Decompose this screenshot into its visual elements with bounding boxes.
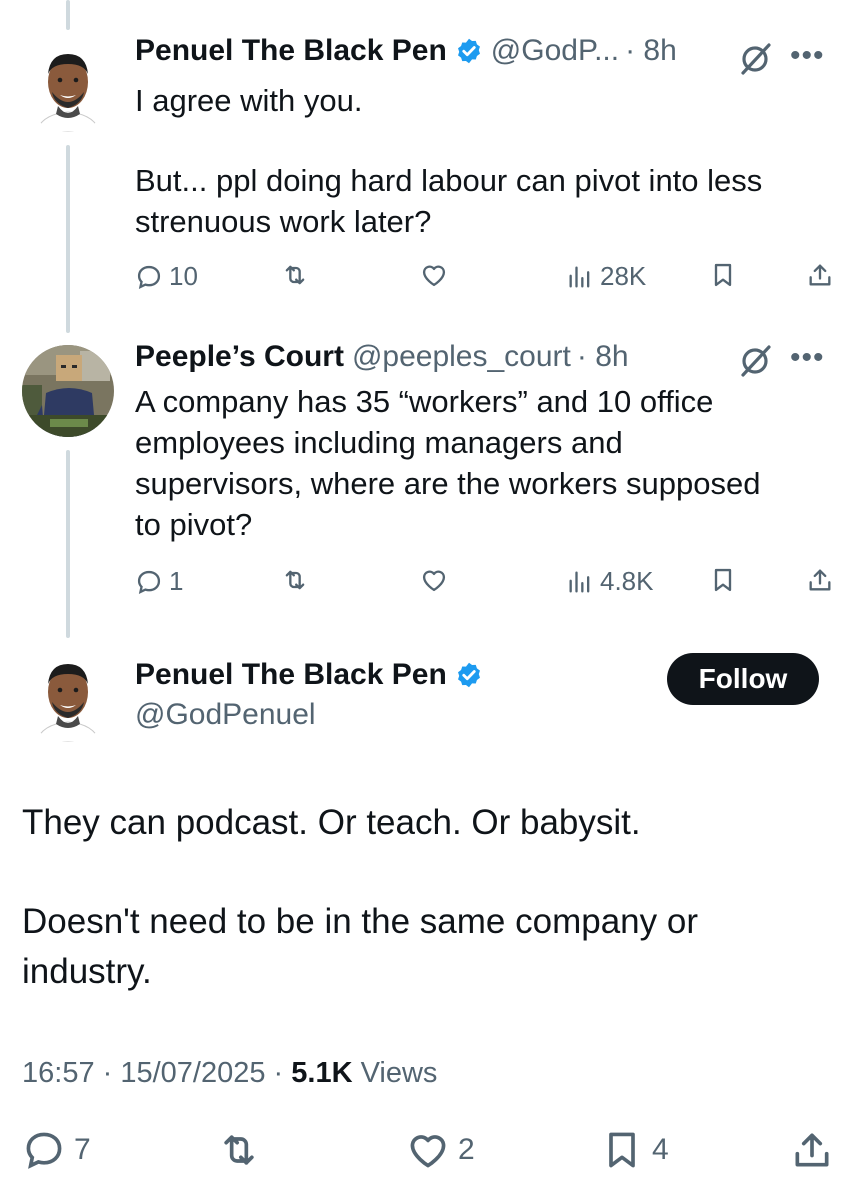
retweet-icon: [285, 265, 305, 285]
grok-icon[interactable]: [738, 342, 774, 378]
more-icon[interactable]: •••: [790, 41, 825, 71]
retweet-button[interactable]: [281, 261, 309, 289]
main-header: Penuel The Black Pen: [135, 658, 483, 692]
retweet-button[interactable]: [217, 1128, 261, 1172]
reply-icon: [26, 1132, 62, 1169]
verified-badge-icon: [457, 662, 480, 688]
heart-icon: [410, 1135, 446, 1168]
reply-count: 7: [74, 1133, 91, 1166]
reply1-text-line1: I agree with you.: [135, 83, 363, 118]
grok-icon[interactable]: [738, 40, 774, 76]
reply2-header: Peeple’s Court @peeples_court · 8h: [135, 340, 629, 374]
retweet-icon: [224, 1135, 254, 1165]
share-button[interactable]: [806, 566, 834, 594]
reply-icon: [137, 265, 161, 289]
retweet-button[interactable]: [281, 566, 309, 594]
main-text-line1: They can podcast. Or teach. Or babysit.: [22, 803, 641, 842]
heart-icon: [422, 265, 446, 287]
views-count: 5.1K: [291, 1057, 353, 1089]
share-icon: [809, 569, 831, 591]
reply2-text: A company has 35 “workers” and 10 office…: [135, 384, 761, 542]
reply-icon: [137, 570, 161, 594]
views-count: 4.8K: [600, 566, 654, 596]
author-name[interactable]: Penuel The Black Pen: [135, 658, 447, 692]
views-button[interactable]: 4.8K: [566, 566, 654, 597]
post-time[interactable]: · 8h: [625, 34, 677, 68]
reply1-text-line2: But... ppl doing hard labour can pivot i…: [135, 163, 763, 239]
avatar-penuel[interactable]: [22, 40, 114, 132]
post-meta: 16:57 · 15/07/2025 · 5.1K Views: [22, 1057, 437, 1090]
main-text-line2: Doesn't need to be in the same company o…: [22, 902, 698, 941]
author-handle[interactable]: @GodP...: [491, 34, 619, 68]
bookmark-icon: [714, 263, 732, 287]
views-icon: [569, 266, 590, 287]
post-time[interactable]: · 8h: [577, 340, 629, 374]
thread-line-top: [66, 0, 70, 30]
retweet-icon: [285, 570, 305, 590]
follow-button[interactable]: Follow: [667, 653, 819, 705]
more-icon[interactable]: •••: [790, 343, 825, 373]
share-button[interactable]: [806, 261, 834, 289]
like-button[interactable]: 2: [406, 1128, 475, 1172]
bookmark-button[interactable]: [709, 566, 737, 594]
views-count: 28K: [600, 261, 647, 291]
reply-count: 10: [169, 261, 198, 291]
author-name[interactable]: Penuel The Black Pen: [135, 34, 447, 68]
verified-badge-icon: [457, 38, 480, 64]
views-button[interactable]: 28K: [566, 261, 646, 292]
bookmark-icon: [714, 568, 732, 592]
reply-button[interactable]: 10: [135, 261, 198, 292]
author-name[interactable]: Peeple’s Court: [135, 340, 344, 374]
reply-count: 1: [169, 566, 184, 596]
bookmark-icon: [609, 1132, 635, 1168]
views-icon: [569, 571, 590, 592]
like-button[interactable]: [420, 566, 448, 594]
share-icon: [795, 1133, 829, 1167]
like-count: 2: [458, 1133, 475, 1166]
like-button[interactable]: [420, 261, 448, 289]
bookmark-count: 4: [652, 1133, 669, 1166]
thread-line-1: [66, 145, 70, 333]
reply-button[interactable]: 1: [135, 566, 183, 597]
author-handle[interactable]: @peeples_court: [352, 340, 571, 374]
avatar-peeples-court[interactable]: [22, 345, 114, 437]
views-label: Views: [360, 1057, 438, 1089]
heart-icon: [422, 570, 446, 592]
main-text-line3: industry.: [22, 952, 152, 991]
bookmark-button[interactable]: 4: [600, 1128, 669, 1172]
reply-button[interactable]: 7: [22, 1128, 91, 1172]
author-handle[interactable]: @GodPenuel: [135, 698, 316, 732]
main-handle-row: @GodPenuel: [135, 698, 316, 732]
post-timestamp[interactable]: 16:57 · 15/07/2025 ·: [22, 1057, 283, 1089]
share-icon: [809, 264, 831, 286]
share-button[interactable]: [790, 1128, 834, 1172]
reply1-header: Penuel The Black Pen @GodP... · 8h: [135, 34, 677, 68]
bookmark-button[interactable]: [709, 261, 737, 289]
thread-line-2: [66, 450, 70, 638]
avatar-penuel-main[interactable]: [22, 650, 114, 742]
